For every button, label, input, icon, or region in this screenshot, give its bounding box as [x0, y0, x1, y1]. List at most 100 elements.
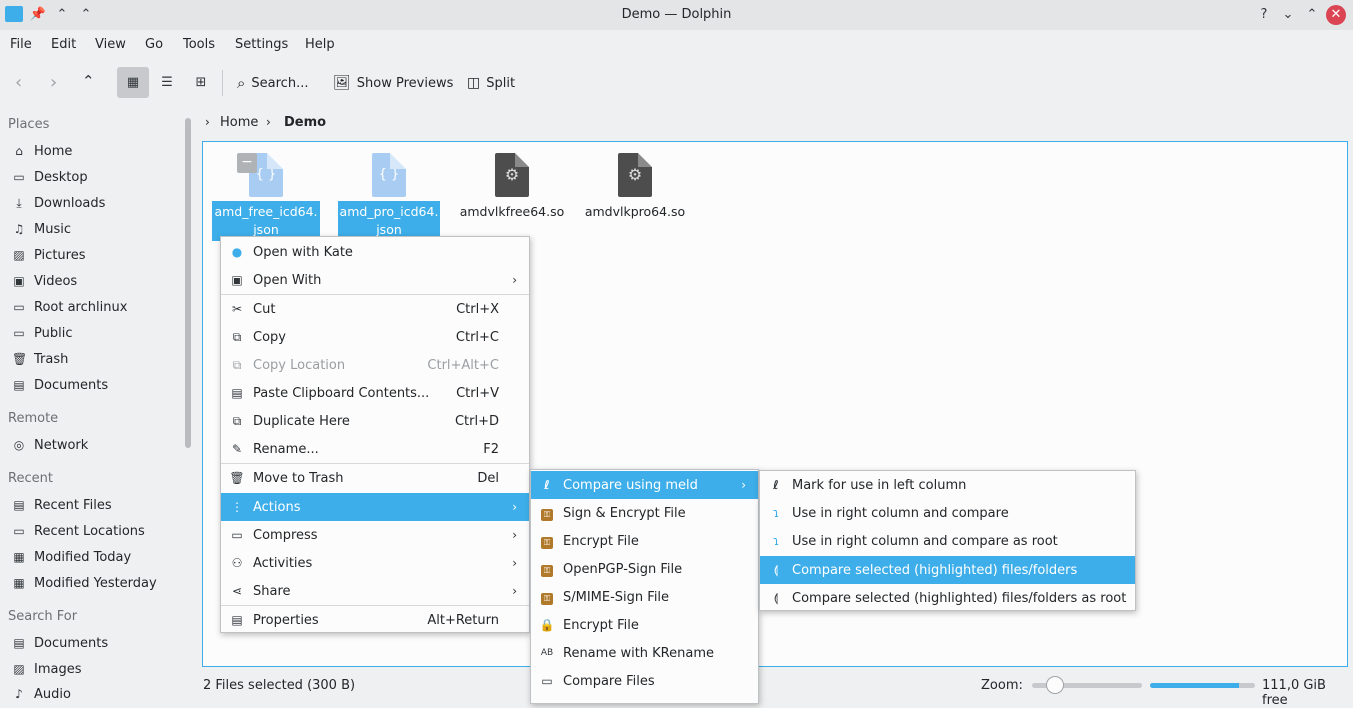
- menu-move-to-trash[interactable]: 🗑 Move to Trash Del: [221, 464, 529, 492]
- menu-view[interactable]: View: [95, 37, 126, 52]
- menu-copy-location: ⧉ Copy Location Ctrl+Alt+C: [221, 351, 529, 379]
- menu-cut[interactable]: ✂ Cut Ctrl+X: [221, 295, 529, 323]
- split-button[interactable]: ◫ Split: [467, 68, 515, 98]
- menu-go[interactable]: Go: [145, 37, 163, 52]
- sidebar-scrollbar[interactable]: [185, 118, 191, 448]
- file-item[interactable]: ⚙ amdvlkpro64.so: [575, 153, 695, 223]
- submenu-arrow-icon: ›: [512, 500, 517, 514]
- sidebar-item-recent-files[interactable]: ▤ Recent Files: [12, 493, 111, 517]
- sidebar-item-search-images[interactable]: ▨ Images: [12, 657, 81, 681]
- music-icon: ♫: [13, 222, 25, 236]
- search-for-header: Search For: [8, 609, 78, 624]
- menu-openpgp-sign[interactable]: ⚿ OpenPGP-Sign File: [531, 555, 758, 583]
- details-view-button[interactable]: ☰: [151, 67, 183, 98]
- lock-icon: 🔒: [539, 618, 555, 632]
- sidebar-item-search-audio[interactable]: ♪ Audio: [12, 682, 71, 706]
- maximize-icon[interactable]: ⌃: [1303, 6, 1321, 24]
- breadcrumb-current[interactable]: Demo: [284, 115, 326, 130]
- split-tree-view-button[interactable]: ⊞: [185, 67, 217, 98]
- recent-files-icon: ▤: [13, 498, 25, 512]
- kleopatra-icon: ⚿: [541, 564, 553, 577]
- file-item[interactable]: ⚙ amdvlkfree64.so: [452, 153, 572, 223]
- menu-tools[interactable]: Tools: [183, 37, 215, 52]
- back-icon[interactable]: ‹: [15, 72, 22, 93]
- scissors-icon: ✂: [231, 302, 243, 316]
- menu-settings[interactable]: Settings: [235, 37, 288, 52]
- close-icon[interactable]: ✕: [1326, 5, 1346, 25]
- menu-use-right-compare[interactable]: ɿ Use in right column and compare: [760, 499, 1135, 527]
- kleopatra-icon: ⚿: [541, 536, 553, 549]
- menu-sign-encrypt[interactable]: ⚿ Sign & Encrypt File: [531, 499, 758, 527]
- kleopatra-icon: ⚿: [541, 592, 553, 605]
- up-icon[interactable]: ⌃: [82, 72, 95, 90]
- sidebar-item-search-documents[interactable]: ▤ Documents: [12, 631, 108, 655]
- minimize-icon[interactable]: ⌄: [1279, 6, 1297, 24]
- submenu-arrow-icon: ›: [512, 273, 517, 287]
- menu-help[interactable]: Help: [305, 37, 335, 52]
- breadcrumb-home[interactable]: Home: [220, 115, 258, 130]
- sidebar-item-network[interactable]: ◎ Network: [12, 433, 89, 457]
- share-icon: ⋖: [231, 584, 243, 598]
- video-icon: ▣: [13, 274, 25, 288]
- menu-compare-selected[interactable]: ⟬ Compare selected (highlighted) files/fo…: [760, 556, 1135, 584]
- menu-encrypt-file-lock[interactable]: 🔒 Encrypt File: [531, 611, 758, 639]
- menu-copy[interactable]: ⧉ Copy Ctrl+C: [221, 323, 529, 351]
- meld-icon: ℓ: [544, 478, 550, 492]
- menu-encrypt-file[interactable]: ⚿ Encrypt File: [531, 527, 758, 555]
- selection-toggle-icon[interactable]: −: [237, 153, 257, 173]
- menu-mark-left-column[interactable]: ℓ Mark for use in left column: [760, 471, 1135, 499]
- menu-rename-krename[interactable]: AB Rename with KRename: [531, 639, 758, 667]
- menu-compare-files[interactable]: ▭ Compare Files: [531, 667, 758, 695]
- menu-compare-selected-root[interactable]: ⟬ Compare selected (highlighted) files/fo…: [760, 584, 1135, 612]
- sidebar-item-documents[interactable]: ▤ Documents: [12, 373, 108, 397]
- meld-icon: ℓ: [773, 478, 779, 492]
- sidebar-item-modified-yesterday[interactable]: ▦ Modified Yesterday: [12, 571, 156, 595]
- menu-smime-sign[interactable]: ⚿ S/MIME-Sign File: [531, 583, 758, 611]
- menu-compare-using-meld[interactable]: ℓ Compare using meld ›: [531, 471, 758, 499]
- menu-rename[interactable]: ✎ Rename... F2: [221, 435, 529, 463]
- search-button[interactable]: ⌕ Search...: [237, 68, 308, 98]
- menu-activities[interactable]: ⚇ Activities ›: [221, 549, 529, 577]
- trash-icon: 🗑: [12, 352, 28, 366]
- show-previews-button[interactable]: 🖼 Show Previews: [333, 68, 453, 98]
- sidebar-item-downloads[interactable]: ⤓ Downloads: [12, 191, 105, 215]
- forward-icon[interactable]: ›: [50, 72, 57, 93]
- menu-paste[interactable]: ▤ Paste Clipboard Contents... Ctrl+V: [221, 379, 529, 407]
- sidebar-item-videos[interactable]: ▣ Videos: [12, 269, 77, 293]
- menu-file[interactable]: File: [10, 37, 32, 52]
- zoom-slider-handle[interactable]: [1045, 676, 1064, 694]
- split-icon: ◫: [467, 75, 481, 91]
- help-icon[interactable]: ?: [1255, 6, 1273, 24]
- menu-properties[interactable]: ▤ Properties Alt+Return: [221, 606, 529, 634]
- calendar-icon: ▦: [13, 550, 25, 564]
- file-item[interactable]: { } − amd_free_icd64. json: [206, 153, 326, 241]
- sidebar-item-modified-today[interactable]: ▦ Modified Today: [12, 545, 131, 569]
- sidebar-item-trash[interactable]: 🗑 Trash: [12, 347, 68, 371]
- menu-use-right-compare-root[interactable]: ɿ Use in right column and compare as root: [760, 527, 1135, 555]
- copy-icon: ⧉: [232, 357, 242, 372]
- selection-status: 2 Files selected (300 B): [203, 678, 356, 693]
- menu-compress[interactable]: ▭ Compress ›: [221, 521, 529, 549]
- meld-submenu: ℓ Mark for use in left column ɿ Use in rig…: [759, 470, 1136, 611]
- archive-icon: ▭: [231, 528, 243, 542]
- sidebar-item-home[interactable]: ⌂ Home: [12, 139, 72, 163]
- duplicate-icon: ⧉: [232, 413, 242, 428]
- menu-open-with-kate[interactable]: ● Open with Kate: [221, 238, 529, 266]
- menu-duplicate[interactable]: ⧉ Duplicate Here Ctrl+D: [221, 407, 529, 435]
- sidebar-item-music[interactable]: ♫ Music: [12, 217, 71, 241]
- pencil-icon: ✎: [231, 442, 243, 456]
- download-icon: ⤓: [16, 195, 22, 210]
- sidebar-item-public[interactable]: ▭ Public: [12, 321, 72, 345]
- menu-actions[interactable]: ⋮ Actions ›: [221, 493, 529, 521]
- icons-view-button[interactable]: ▦: [117, 67, 149, 98]
- menu-share[interactable]: ⋖ Share ›: [221, 577, 529, 605]
- menu-edit[interactable]: Edit: [51, 37, 76, 52]
- sidebar-item-recent-locations[interactable]: ▭ Recent Locations: [12, 519, 145, 543]
- menu-open-with[interactable]: ▣ Open With ›: [221, 266, 529, 294]
- meld-right-icon: ɿ: [772, 534, 780, 548]
- submenu-arrow-icon: ›: [512, 584, 517, 598]
- file-item[interactable]: { } amd_pro_icd64. json: [329, 153, 449, 241]
- sidebar-item-desktop[interactable]: ▭ Desktop: [12, 165, 87, 189]
- sidebar-item-root[interactable]: ▭ Root archlinux: [12, 295, 127, 319]
- sidebar-item-pictures[interactable]: ▨ Pictures: [12, 243, 85, 267]
